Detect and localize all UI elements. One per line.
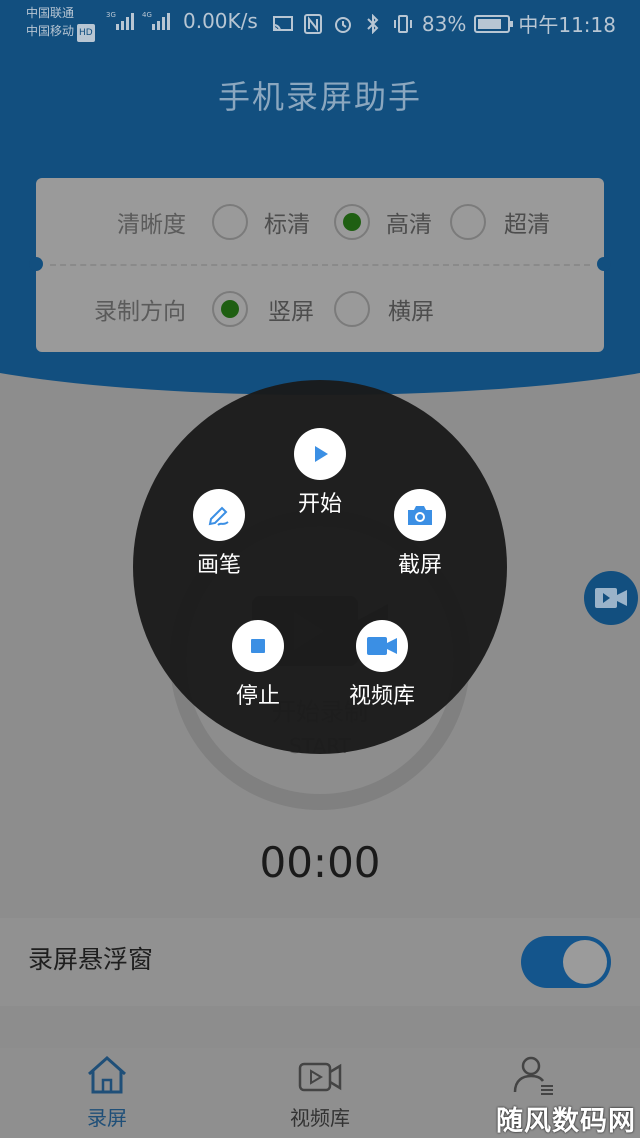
record-timer: 00:00 <box>259 838 381 887</box>
tab-video-library-label: 视频库 <box>290 1106 350 1130</box>
orientation-option-landscape[interactable]: 横屏 <box>388 292 434 326</box>
play-icon <box>315 446 328 462</box>
radio-orientation-landscape[interactable] <box>334 291 370 327</box>
menu-pen-label: 画笔 <box>196 553 241 578</box>
carrier-info: 中国联通 中国移动 HD <box>26 4 95 42</box>
nfc-icon <box>303 13 322 34</box>
floating-record-bubble[interactable] <box>584 571 638 625</box>
vibrate-icon <box>393 14 412 33</box>
radio-orientation-portrait[interactable] <box>212 291 248 327</box>
net-label-1: 3G <box>106 11 116 19</box>
status-icons: 83% 中午11:18 <box>272 9 616 38</box>
watermark: 随风数码网 <box>496 1106 636 1137</box>
alarm-icon <box>334 16 351 33</box>
status-bar: 中国联通 中国移动 HD 3G 4G 0.00K/s 83% 中午11:18 <box>0 0 640 44</box>
tab-video-library[interactable]: 视频库 <box>240 1048 400 1138</box>
video-icon <box>298 1062 342 1092</box>
clarity-label: 清晰度 <box>117 212 186 238</box>
tab-record-label: 录屏 <box>87 1106 127 1130</box>
orientation-label: 录制方向 <box>94 299 186 325</box>
floating-radial-menu: 开始 画笔 截屏 停止 视频库 <box>133 380 507 754</box>
stop-icon <box>251 639 265 653</box>
settings-card: 清晰度 标清 高清 超清 录制方向 竖屏 横屏 <box>29 178 611 352</box>
video-camera-icon <box>367 637 397 655</box>
card-notch-right <box>597 257 611 271</box>
home-icon <box>88 1055 126 1094</box>
radio-clarity-sd[interactable] <box>212 204 248 240</box>
menu-stop-label: 停止 <box>235 684 280 709</box>
battery-percent: 83% <box>421 11 467 36</box>
battery-icon <box>474 14 514 33</box>
menu-video-library-label: 视频库 <box>348 684 415 709</box>
menu-start-button[interactable] <box>294 428 346 480</box>
user-icon <box>513 1056 553 1095</box>
menu-screenshot-label: 截屏 <box>397 553 442 578</box>
page-title: 手机录屏助手 <box>217 78 422 116</box>
floating-window-toggle[interactable] <box>521 936 611 988</box>
toggle-knob <box>563 940 607 984</box>
carrier-2: 中国移动 <box>26 24 75 38</box>
menu-stop[interactable]: 停止 <box>198 620 318 710</box>
menu-screenshot-button[interactable] <box>394 489 446 541</box>
camera-icon <box>408 506 432 525</box>
menu-stop-button[interactable] <box>232 620 284 672</box>
menu-video-library-button[interactable] <box>356 620 408 672</box>
orientation-row: 录制方向 竖屏 横屏 <box>36 279 604 339</box>
clarity-option-hd[interactable]: 高清 <box>386 205 432 239</box>
card-notch-left <box>29 257 43 271</box>
hd-badge: HD <box>77 24 95 42</box>
menu-pen[interactable]: 画笔 <box>159 489 279 579</box>
net-speed: 0.00K/s <box>183 9 258 33</box>
clarity-row: 清晰度 标清 高清 超清 <box>36 192 604 252</box>
video-camera-icon <box>595 588 627 608</box>
menu-video-library[interactable]: 视频库 <box>322 620 442 710</box>
tab-record[interactable]: 录屏 <box>27 1048 187 1138</box>
bluetooth-icon <box>367 13 379 34</box>
pen-icon <box>208 506 229 526</box>
clarity-option-sd[interactable]: 标清 <box>264 205 310 239</box>
menu-pen-button[interactable] <box>193 489 245 541</box>
net-label-2: 4G <box>142 11 152 19</box>
radio-clarity-uhd[interactable] <box>450 204 486 240</box>
radio-clarity-hd[interactable] <box>334 204 370 240</box>
floating-window-label: 录屏悬浮窗 <box>28 945 154 974</box>
orientation-option-portrait[interactable]: 竖屏 <box>268 292 314 326</box>
carrier-1: 中国联通 <box>26 6 75 20</box>
signal-icon: 3G 4G <box>106 11 170 30</box>
battery-fill <box>478 18 502 29</box>
clarity-option-uhd[interactable]: 超清 <box>504 205 550 239</box>
cast-icon <box>272 15 293 31</box>
clock: 中午11:18 <box>518 13 616 37</box>
menu-screenshot[interactable]: 截屏 <box>360 489 480 579</box>
card-divider <box>50 264 590 266</box>
